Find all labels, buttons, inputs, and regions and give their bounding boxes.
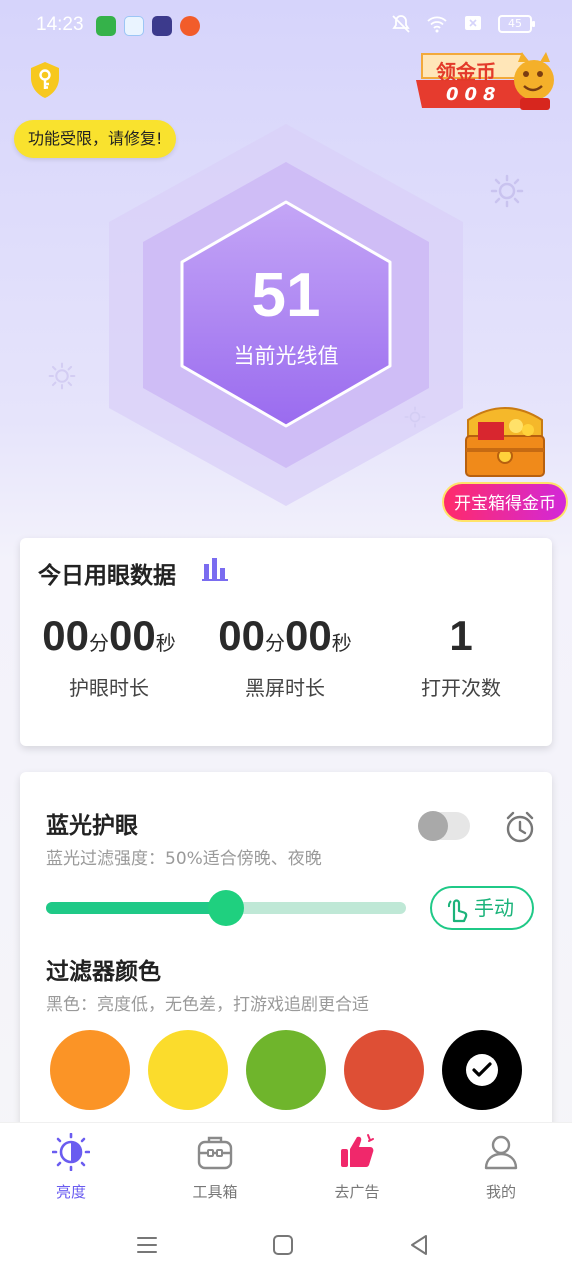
nav-label: 去广告 [334, 1183, 380, 1201]
nav-mine[interactable]: 我的 [446, 1133, 556, 1202]
tap-hand-icon [446, 896, 468, 923]
nav-label: 我的 [485, 1183, 516, 1201]
protect-duration-stat: 00分00秒 护眼时长 [34, 612, 184, 701]
status-icons: 45 [390, 14, 535, 34]
alarm-clock-icon[interactable] [504, 810, 536, 844]
sun-deco-icon [404, 406, 426, 432]
filter-color-subtitle: 黑色：亮度低，无色差，打游戏追剧更合适 [46, 995, 369, 1015]
slider-handle[interactable] [208, 890, 244, 926]
blue-light-toggle[interactable] [418, 811, 470, 841]
manual-mode-button[interactable]: 手动 [430, 886, 534, 930]
blackscreen-duration-value: 00分00秒 [218, 612, 352, 659]
nav-brightness[interactable]: 亮度 [16, 1132, 126, 1202]
eye-usage-title: 今日用眼数据 [38, 563, 176, 589]
nav-label: 工具箱 [192, 1183, 238, 1201]
blackscreen-duration-label: 黑屏时长 [245, 676, 325, 700]
toggle-knob [418, 811, 448, 841]
nav-toolbox[interactable]: 工具箱 [160, 1133, 270, 1202]
filter-color-title: 过滤器颜色 [46, 959, 161, 985]
bottom-nav: 亮度 工具箱 去广告 我的 [0, 1122, 572, 1214]
status-time: 14:23 [36, 14, 84, 35]
game-notif-icon [152, 16, 172, 36]
sim-off-icon [462, 14, 484, 34]
bar-chart-icon[interactable] [202, 556, 228, 582]
status-bar: 14:23 45 [0, 0, 572, 52]
color-swatch-black[interactable] [442, 1030, 522, 1110]
open-count-label: 打开次数 [421, 676, 501, 700]
coin-title: 领金币 [436, 60, 496, 84]
protect-duration-value: 00分00秒 [42, 612, 176, 659]
color-swatch-orange[interactable] [50, 1030, 130, 1110]
shield-key-icon[interactable] [28, 60, 62, 100]
open-chest-button[interactable]: 开宝箱得金币 [442, 482, 568, 522]
sun-deco-icon [48, 362, 76, 394]
light-value-hexagon: 51 当前光线值 [100, 120, 472, 510]
color-swatch-red[interactable] [344, 1030, 424, 1110]
system-nav-bar [0, 1214, 572, 1280]
protect-duration-label: 护眼时长 [69, 676, 149, 700]
sun-deco-icon [490, 174, 524, 212]
browser-notif-icon [180, 16, 200, 36]
brightness-icon [51, 1132, 91, 1172]
menu-icon[interactable] [134, 1232, 160, 1258]
blue-light-title: 蓝光护眼 [46, 813, 138, 839]
slider-fill [46, 902, 226, 914]
file-notif-icon [124, 16, 144, 36]
check-icon [464, 1052, 500, 1088]
treasure-chest-icon[interactable] [458, 396, 552, 480]
blue-light-card: 蓝光护眼 蓝光过滤强度：50%适合傍晚、夜晚 手动 过滤器颜色 黑色：亮度低，无… [20, 772, 552, 1132]
light-label: 当前光线值 [233, 344, 339, 368]
home-icon[interactable] [270, 1232, 296, 1258]
user-icon [482, 1133, 520, 1171]
nav-label: 亮度 [55, 1183, 86, 1201]
light-value: 51 [251, 261, 321, 330]
thumbs-up-icon [338, 1133, 376, 1171]
nav-remove-ads[interactable]: 去广告 [302, 1133, 412, 1202]
battery-icon: 45 [498, 15, 535, 33]
color-swatch-green[interactable] [246, 1030, 326, 1110]
wifi-icon [426, 14, 448, 34]
open-count-value: 1 [449, 612, 473, 659]
back-icon[interactable] [406, 1232, 432, 1258]
app-notif-icon [96, 16, 116, 36]
mute-icon [390, 14, 412, 34]
get-coins-banner[interactable]: 领金币 008 [412, 50, 557, 112]
manual-mode-label: 手动 [474, 896, 514, 920]
blue-light-subtitle: 蓝光过滤强度：50%适合傍晚、夜晚 [46, 849, 322, 869]
blackscreen-duration-stat: 00分00秒 黑屏时长 [210, 612, 360, 701]
eye-usage-card: 今日用眼数据 00分00秒 护眼时长 00分00秒 黑屏时长 1 打开次数 [20, 538, 552, 746]
open-count-stat: 1 打开次数 [396, 612, 526, 701]
coin-count: 008 [446, 84, 502, 105]
color-swatch-yellow[interactable] [148, 1030, 228, 1110]
strength-slider[interactable] [46, 890, 406, 926]
toolbox-icon [196, 1133, 234, 1171]
